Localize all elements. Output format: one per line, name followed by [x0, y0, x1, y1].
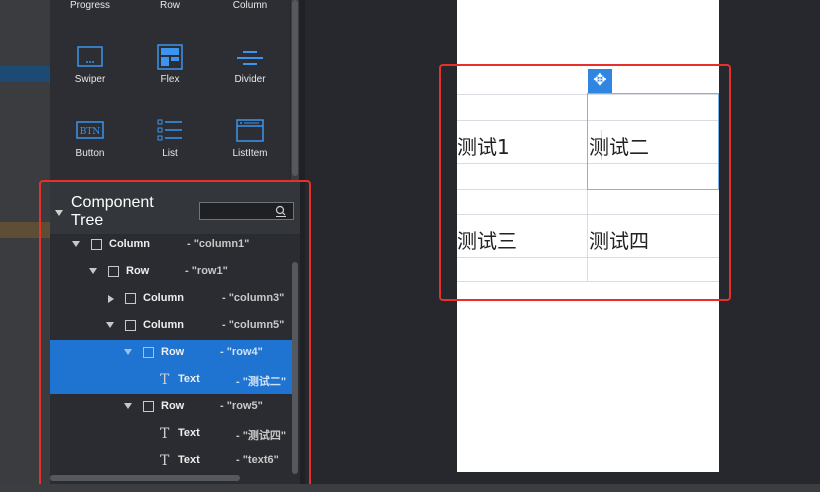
tree-node-id: - "row1" — [185, 265, 228, 277]
palette-item-divider[interactable]: Divider — [210, 44, 290, 85]
visibility-checkbox[interactable] — [125, 320, 136, 331]
divider-icon — [237, 51, 263, 65]
flex-icon — [157, 44, 183, 70]
tree-node-text-selected[interactable]: T Text - "测试二" — [50, 367, 292, 394]
palette-item-swiper[interactable]: Swiper — [50, 44, 130, 85]
tree-node-type: Row — [161, 346, 185, 358]
left-strip-active-marker — [0, 66, 50, 82]
text-type-icon: T — [160, 372, 170, 388]
tree-node-column3[interactable]: Column - "column3" — [50, 286, 292, 313]
palette-item-flex[interactable]: Flex — [130, 44, 210, 85]
palette-item-label: ListItem — [232, 148, 268, 159]
palette-scroll-thumb[interactable] — [292, 0, 298, 176]
grid-line — [457, 257, 719, 258]
button-icon: BTN — [76, 121, 104, 139]
tree-node-row1[interactable]: Row - "row1" — [50, 259, 292, 286]
palette-item-list[interactable]: List — [130, 118, 210, 159]
expand-caret-icon[interactable] — [106, 322, 114, 328]
tree-vertical-scrollbar[interactable] — [292, 262, 298, 474]
left-strip-marker — [0, 222, 50, 238]
visibility-checkbox[interactable] — [125, 293, 136, 304]
move-handle-icon[interactable]: ✥ — [588, 69, 612, 93]
palette-item-label: Flex — [160, 74, 180, 85]
left-toolbar-strip — [0, 0, 50, 492]
tree-node-text6[interactable]: T Text - "text6" — [50, 448, 292, 475]
component-palette: Progress Row Column Swiper Flex Divider — [50, 0, 290, 180]
tree-node-column5[interactable]: Column - "column5" — [50, 313, 292, 340]
expand-caret-icon[interactable] — [108, 295, 114, 303]
grid-line — [457, 214, 719, 215]
search-icon[interactable] — [275, 205, 287, 217]
tree-node-id: - "column1" — [187, 238, 250, 250]
palette-item-label: Button — [75, 148, 105, 159]
canvas-text-cell[interactable]: 测试1 — [457, 131, 510, 160]
tree-node-column1[interactable]: Column - "column1" — [50, 232, 292, 259]
tree-horizontal-scrollbar[interactable] — [50, 475, 240, 481]
palette-item-label: Row — [159, 0, 180, 11]
palette-item-button[interactable]: BTN Button — [50, 118, 130, 159]
tree-node-id: - "测试二" — [236, 376, 287, 388]
tree-node-type: Column — [143, 319, 184, 331]
grid-line — [457, 281, 719, 282]
tree-node-id: - "text6" — [236, 454, 279, 466]
tree-node-row4-selected[interactable]: Row - "row4" — [50, 340, 292, 367]
expand-caret-icon[interactable] — [89, 268, 97, 274]
component-tree-title: Component Tree — [71, 194, 154, 229]
preview-canvas: 测试1 测试二 测试三 测试四 ✥ — [457, 0, 719, 472]
visibility-checkbox[interactable] — [143, 401, 154, 412]
tree-node-type: Row — [161, 400, 185, 412]
component-tree-panel: Component Tree Column - "column1" Row - … — [50, 182, 300, 487]
swiper-icon — [77, 46, 103, 67]
palette-item-label: Progress — [69, 0, 110, 11]
palette-item-label: Swiper — [74, 74, 106, 85]
palette-item-row[interactable]: Row — [130, 0, 210, 11]
text-type-icon: T — [160, 453, 170, 469]
palette-scrollbar[interactable] — [291, 0, 299, 180]
palette-item-column[interactable]: Column — [210, 0, 290, 11]
bottom-scrollbar[interactable] — [0, 484, 820, 492]
expand-caret-icon[interactable] — [124, 403, 132, 409]
tree-node-type: Text — [178, 454, 200, 466]
list-icon — [157, 119, 182, 141]
tree-node-type: Row — [126, 265, 150, 277]
text-type-icon: T — [160, 426, 170, 442]
visibility-checkbox[interactable] — [91, 239, 102, 250]
palette-item-label: List — [162, 148, 178, 159]
visibility-checkbox[interactable] — [108, 266, 119, 277]
palette-item-progress[interactable]: Progress — [50, 0, 130, 11]
tree-node-row5[interactable]: Row - "row5" — [50, 394, 292, 421]
palette-item-listitem[interactable]: ListItem — [210, 118, 290, 159]
palette-item-label: Column — [232, 0, 268, 11]
selected-component-outline[interactable] — [587, 93, 719, 190]
canvas-text-cell[interactable]: 测试三 — [457, 225, 517, 254]
tree-node-type: Column — [109, 238, 150, 250]
tree-node-id: - "column5" — [222, 319, 285, 331]
tree-search-input[interactable] — [202, 204, 268, 218]
expand-caret-icon[interactable] — [72, 241, 80, 247]
visibility-checkbox[interactable] — [143, 347, 154, 358]
tree-node-id: - "row5" — [220, 400, 263, 412]
tree-node-id: - "row4" — [220, 346, 263, 358]
collapse-caret-icon[interactable] — [55, 210, 63, 216]
tree-node-text[interactable]: T Text - "测试四" — [50, 421, 292, 448]
tree-node-id: - "column3" — [222, 292, 285, 304]
component-tree-header: Component Tree — [50, 182, 300, 234]
tree-node-id: - "测试四" — [236, 430, 287, 442]
tree-node-type: Text — [178, 427, 200, 439]
tree-node-type: Column — [143, 292, 184, 304]
tree-search-box[interactable] — [199, 202, 294, 220]
canvas-text-cell[interactable]: 测试四 — [589, 225, 649, 254]
listitem-icon — [236, 119, 264, 142]
svg-text:BTN: BTN — [80, 127, 101, 137]
tree-node-type: Text — [178, 373, 200, 385]
expand-caret-icon[interactable] — [124, 349, 132, 355]
palette-item-label: Divider — [234, 74, 266, 85]
